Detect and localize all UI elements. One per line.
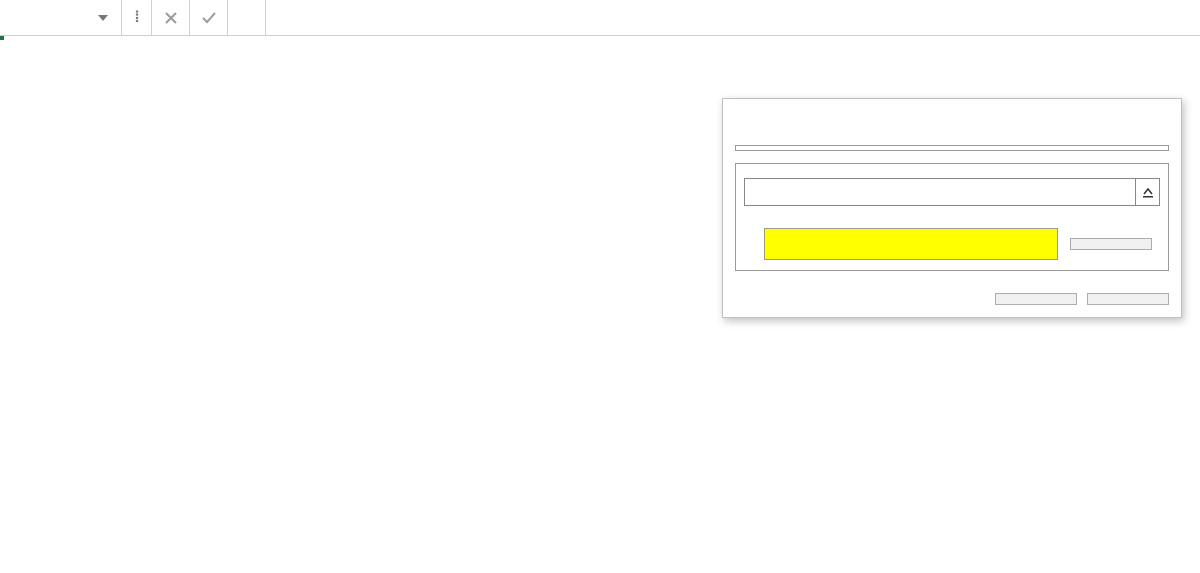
dialog-close-button[interactable] xyxy=(1139,105,1171,129)
edit-formatting-rule-dialog xyxy=(722,98,1182,318)
formula-input-wrapper xyxy=(744,178,1160,206)
name-box-dropdown-icon[interactable] xyxy=(95,10,111,26)
collapse-dialog-icon[interactable] xyxy=(1135,179,1159,205)
formula-input[interactable] xyxy=(266,0,1200,35)
dialog-titlebar xyxy=(723,99,1181,139)
formula-field[interactable] xyxy=(745,179,1135,205)
name-box[interactable] xyxy=(0,0,122,35)
format-button[interactable] xyxy=(1070,238,1152,250)
dialog-help-button[interactable] xyxy=(1107,105,1139,129)
preview-sample xyxy=(764,228,1058,260)
cancel-button[interactable] xyxy=(1087,293,1169,305)
ok-button[interactable] xyxy=(995,293,1077,305)
rule-type-list[interactable] xyxy=(735,145,1169,151)
selection-marquee xyxy=(0,36,4,40)
confirm-entry-icon[interactable] xyxy=(190,0,228,35)
formula-bar-expand-icon[interactable]: ⁞ xyxy=(122,0,152,35)
insert-function-button[interactable] xyxy=(228,0,266,35)
rule-description-box xyxy=(735,163,1169,271)
formula-bar: ⁞ xyxy=(0,0,1200,36)
cancel-entry-icon[interactable] xyxy=(152,0,190,35)
